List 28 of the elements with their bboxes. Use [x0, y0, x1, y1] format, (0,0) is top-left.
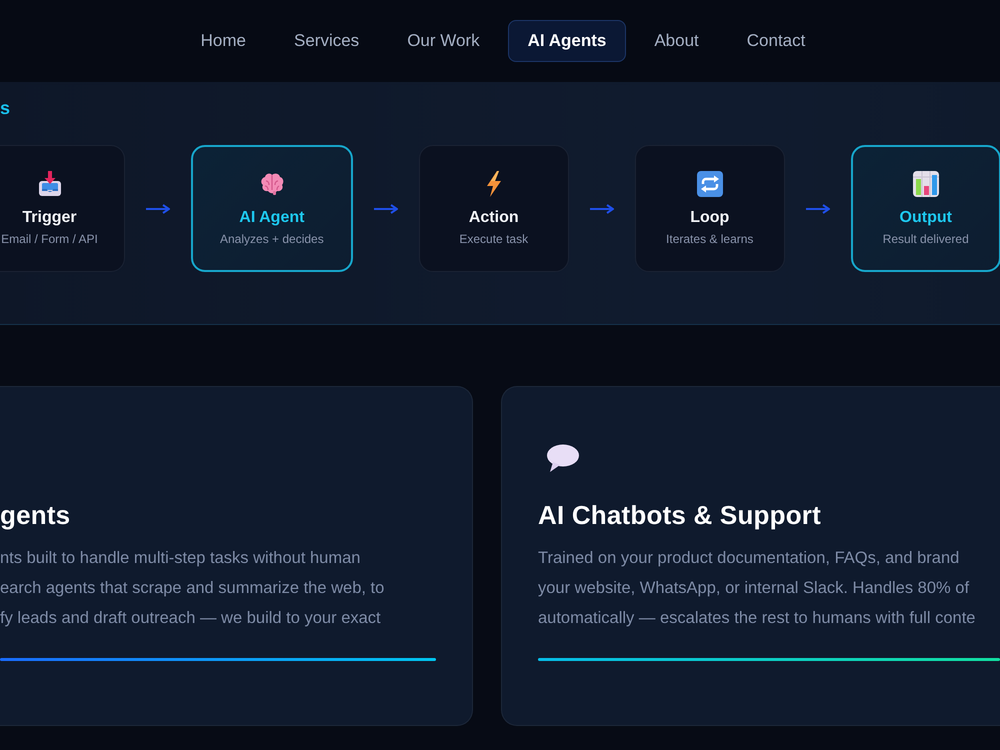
- nav-link[interactable]: Home: [180, 20, 266, 62]
- service-description: Trained on your product documentation, FAQs, and brand your website, WhatsApp, or internal Slack. Handles 80% of automatically — escalates the rest to humans with full conte: [538, 548, 976, 629]
- repeat-icon: [696, 170, 724, 198]
- step-title: Action: [468, 208, 519, 228]
- section-heading: s: [0, 97, 10, 120]
- nav-link[interactable]: Contact: [726, 20, 826, 62]
- arrow-icon: [806, 204, 830, 214]
- nav-link[interactable]: Services: [274, 20, 380, 62]
- service-description: nts built to handle multi-step tasks without human earch agents that scrape and summarize the web, to fy leads and draft outreach — we build to your exact: [0, 548, 386, 629]
- step-subtitle: Result delivered: [882, 231, 969, 247]
- service-title: gents: [0, 499, 72, 531]
- step-subtitle: Iterates & learns: [666, 231, 754, 247]
- step-title: AI Agent: [239, 208, 304, 228]
- step-subtitle: Email / Form / API: [1, 231, 98, 247]
- service-title: AI Chatbots & Support: [538, 499, 822, 531]
- step-subtitle: Execute task: [459, 231, 528, 247]
- arrow-icon: [374, 204, 398, 214]
- nav-link[interactable]: AI Agents: [508, 20, 626, 62]
- bar-chart-icon: [912, 170, 940, 198]
- nav-link[interactable]: About: [634, 20, 719, 62]
- speech-bubble-icon: [544, 443, 580, 473]
- arrow-icon: [590, 204, 614, 214]
- nav-link[interactable]: Our Work: [387, 20, 500, 62]
- arrow-icon: [146, 204, 170, 214]
- step-title: Loop: [690, 208, 730, 228]
- step-title: Trigger: [22, 208, 77, 228]
- step-subtitle: Analyzes + decides: [220, 231, 324, 247]
- step-title: Output: [900, 208, 952, 228]
